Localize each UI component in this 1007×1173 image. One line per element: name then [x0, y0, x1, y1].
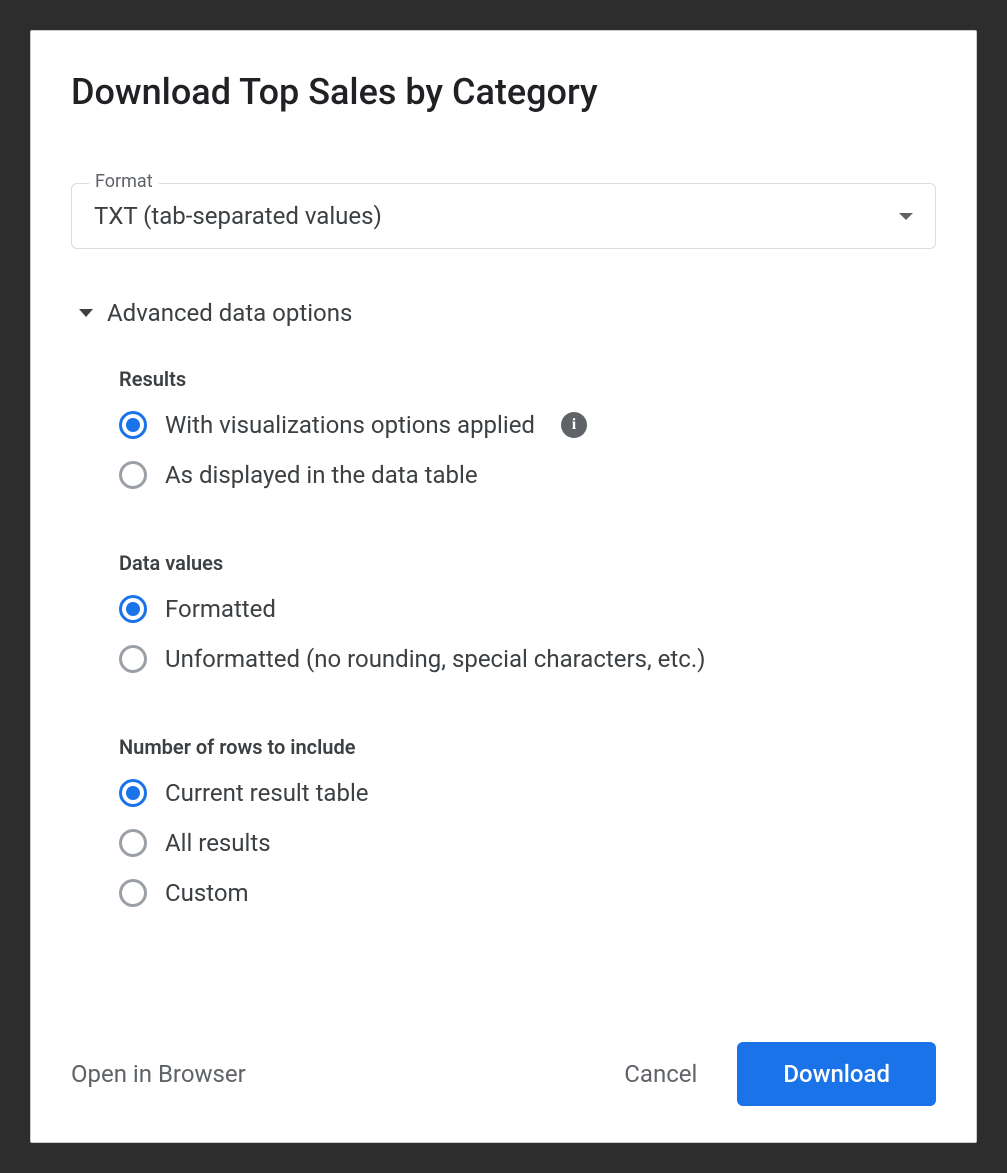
- rows-option-all[interactable]: All results: [119, 829, 936, 857]
- radio-unchecked-icon: [119, 645, 147, 673]
- radio-label: With visualizations options applied: [165, 411, 535, 439]
- results-option-data-table[interactable]: As displayed in the data table: [119, 461, 936, 489]
- format-field: Format TXT (tab-separated values): [71, 183, 936, 249]
- rows-option-current[interactable]: Current result table: [119, 779, 936, 807]
- data-values-option-formatted[interactable]: Formatted: [119, 595, 936, 623]
- radio-label: As displayed in the data table: [165, 461, 478, 489]
- radio-checked-icon: [119, 411, 147, 439]
- results-option-visualizations[interactable]: With visualizations options applied i: [119, 411, 936, 439]
- data-values-group: Data values Formatted Unformatted (no ro…: [119, 551, 936, 695]
- radio-checked-icon: [119, 595, 147, 623]
- format-value: TXT (tab-separated values): [94, 202, 382, 230]
- radio-unchecked-icon: [119, 461, 147, 489]
- advanced-options-toggle[interactable]: Advanced data options: [79, 299, 936, 327]
- data-values-option-unformatted[interactable]: Unformatted (no rounding, special charac…: [119, 645, 936, 673]
- format-select[interactable]: TXT (tab-separated values): [71, 183, 936, 249]
- data-values-title: Data values: [119, 551, 936, 575]
- open-in-browser-button[interactable]: Open in Browser: [71, 1060, 246, 1088]
- radio-checked-icon: [119, 779, 147, 807]
- radio-unchecked-icon: [119, 829, 147, 857]
- footer-right: Cancel Download: [624, 1042, 936, 1106]
- radio-label: Current result table: [165, 779, 369, 807]
- spacer: [71, 969, 936, 1012]
- rows-group: Number of rows to include Current result…: [119, 735, 936, 929]
- dialog-footer: Open in Browser Cancel Download: [71, 1042, 936, 1106]
- download-dialog: Download Top Sales by Category Format TX…: [30, 30, 977, 1143]
- radio-unchecked-icon: [119, 879, 147, 907]
- download-button[interactable]: Download: [737, 1042, 936, 1106]
- rows-title: Number of rows to include: [119, 735, 936, 759]
- caret-down-icon: [79, 309, 93, 317]
- radio-label: Formatted: [165, 595, 276, 623]
- rows-option-custom[interactable]: Custom: [119, 879, 936, 907]
- info-icon[interactable]: i: [561, 412, 587, 438]
- radio-label: Unformatted (no rounding, special charac…: [165, 645, 706, 673]
- chevron-down-icon: [899, 213, 913, 220]
- radio-label: Custom: [165, 879, 249, 907]
- advanced-options-label: Advanced data options: [107, 299, 352, 327]
- results-group: Results With visualizations options appl…: [119, 367, 936, 511]
- format-label: Format: [89, 171, 159, 192]
- results-title: Results: [119, 367, 936, 391]
- radio-label: All results: [165, 829, 271, 857]
- dialog-title: Download Top Sales by Category: [71, 71, 936, 113]
- cancel-button[interactable]: Cancel: [624, 1060, 697, 1088]
